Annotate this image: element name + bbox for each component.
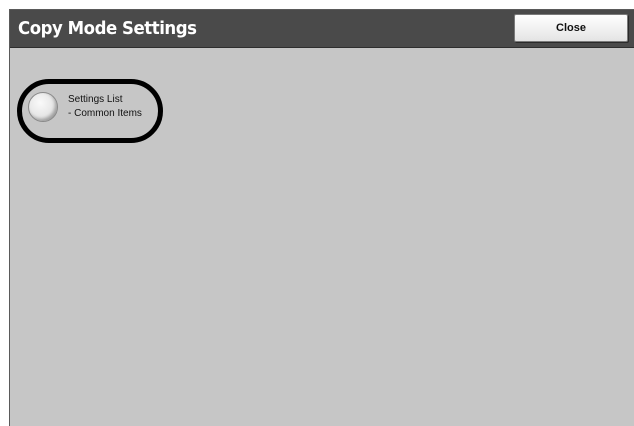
option-label: Settings List - Common Items xyxy=(68,93,142,121)
close-button[interactable]: Close xyxy=(514,14,628,42)
title-bar: Copy Mode Settings Close xyxy=(10,10,634,48)
option-label-line1: Settings List xyxy=(68,94,123,105)
radio-button-icon[interactable] xyxy=(28,92,58,122)
settings-list-common-items-option[interactable]: Settings List - Common Items xyxy=(28,92,142,122)
copy-mode-settings-screen: Copy Mode Settings Close Settings List -… xyxy=(9,9,634,426)
option-label-line2: - Common Items xyxy=(68,108,142,119)
page-title: Copy Mode Settings xyxy=(18,18,197,39)
